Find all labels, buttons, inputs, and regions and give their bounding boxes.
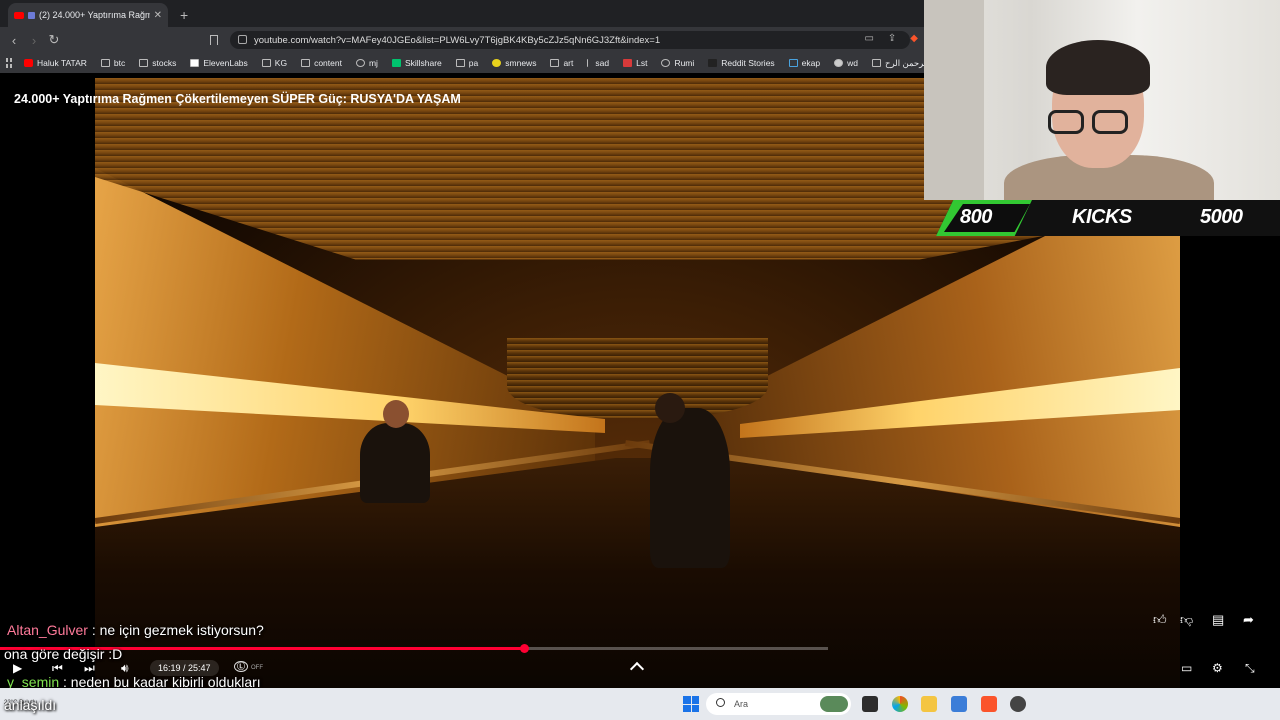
brave-shield-icon[interactable]: ◆: [910, 33, 918, 44]
bookmark-item[interactable]: wd: [834, 58, 858, 68]
person-center: [650, 408, 730, 568]
tab-youtube[interactable]: (2) 24.000+ Yaptırıma Rağme ✕: [8, 3, 168, 27]
score-label: KICKS: [1072, 206, 1132, 228]
windows-start-icon[interactable]: [683, 696, 699, 712]
ekap-icon: [788, 59, 798, 67]
bookmark-icon[interactable]: [210, 35, 218, 45]
search-icon: [716, 698, 725, 707]
apps-icon[interactable]: [6, 58, 12, 68]
exit-fullscreen-icon[interactable]: ⤡: [1245, 661, 1255, 676]
folder-icon: [550, 59, 560, 67]
person-left-head: [383, 400, 409, 428]
chat-message: Altan_Gulver : ne için gezmek istiyorsun…: [7, 622, 264, 638]
folder-icon: [261, 59, 271, 67]
elevenlabs-icon: [190, 59, 200, 67]
dislike-icon[interactable]: 👎︎: [1180, 612, 1193, 628]
score-left: 800: [960, 206, 992, 228]
bookmark-item[interactable]: Rumi: [661, 58, 694, 68]
brave-browser-icon[interactable]: [981, 696, 997, 712]
bookmark-item[interactable]: art: [550, 58, 573, 68]
bookmark-item[interactable]: ElevenLabs: [190, 58, 248, 68]
bookmark-item[interactable]: Reddit Stories: [708, 58, 775, 68]
copilot-icon[interactable]: [892, 696, 908, 712]
folder-icon: [139, 59, 149, 67]
autoplay-toggle[interactable]: Ⓛ OFF: [234, 661, 263, 672]
cast-icon[interactable]: ▭: [864, 33, 873, 44]
skillshare-icon: [391, 59, 401, 67]
wd-icon: [834, 59, 844, 67]
terminal-icon[interactable]: [862, 696, 878, 712]
score-right: 5000: [1200, 206, 1243, 228]
back-icon[interactable]: ‹: [4, 33, 24, 48]
recording-app-icon[interactable]: [1010, 696, 1026, 712]
media-icon: [28, 11, 35, 19]
bookmarks-bar: Haluk TATAR btc stocks ElevenLabs KG con…: [0, 53, 924, 73]
widget-icon[interactable]: [820, 696, 848, 712]
close-icon[interactable]: ✕: [154, 10, 162, 21]
bookmark-item[interactable]: pa: [455, 58, 478, 68]
forward-icon[interactable]: ›: [24, 33, 44, 48]
glasses-lens: [1048, 110, 1084, 134]
folder-icon: [455, 59, 465, 67]
book-icon: [871, 59, 881, 67]
bookmark-item[interactable]: Skillshare: [391, 58, 442, 68]
bookmark-item[interactable]: بسم الله الرحمن الرح...: [871, 58, 924, 69]
bookmark-item[interactable]: KG: [261, 58, 287, 68]
github-icon: [355, 59, 365, 67]
address-bar-row: ‹ › ↻ youtube.com/watch?v=MAFey40JGEo&li…: [0, 27, 924, 53]
share-icon[interactable]: ➦: [1243, 612, 1254, 628]
chat-message: anlaşıldı: [4, 697, 57, 713]
snipping-tool-icon[interactable]: [951, 696, 967, 712]
person-left: [360, 423, 430, 503]
person-center-head: [655, 393, 685, 423]
play-icon[interactable]: ▶: [13, 661, 22, 675]
settings-icon[interactable]: ⚙: [1212, 661, 1223, 675]
bookmark-item[interactable]: smnews: [492, 58, 536, 68]
youtube-icon: [14, 11, 24, 19]
wall-panel: [924, 0, 984, 200]
folder-icon: [301, 59, 311, 67]
progress-bar[interactable]: [0, 644, 828, 653]
new-tab-button[interactable]: +: [180, 7, 188, 23]
subtitles-icon[interactable]: ▭: [1181, 661, 1192, 675]
site-settings-icon[interactable]: [238, 35, 247, 44]
chat-message: ona göre değişir :D: [4, 646, 123, 662]
comments-icon[interactable]: ▤: [1212, 612, 1224, 628]
url-text: youtube.com/watch?v=MAFey40JGEo&list=PLW…: [254, 34, 661, 46]
like-icon[interactable]: 👍︎: [1153, 612, 1167, 628]
d-icon: [708, 59, 718, 67]
file-explorer-icon[interactable]: [921, 696, 937, 712]
bookmark-item[interactable]: sad: [587, 58, 609, 68]
bookmark-item[interactable]: stocks: [139, 58, 176, 68]
folder-icon: [100, 59, 110, 67]
bookmark-item[interactable]: ekap: [788, 58, 820, 68]
reload-icon[interactable]: ↻: [44, 32, 64, 48]
taskbar: 22°C Bulutlu Ara: [0, 688, 1280, 720]
bookmark-item[interactable]: Lst: [623, 58, 647, 68]
video-title[interactable]: 24.000+ Yaptırıma Rağmen Çökertilemeyen …: [14, 92, 461, 106]
sad-icon: [587, 59, 591, 67]
s-icon: [623, 59, 633, 67]
bookmark-item[interactable]: content: [301, 58, 342, 68]
share-icon[interactable]: ⇪: [888, 33, 896, 44]
tunnel-ceiling-inner: [507, 338, 768, 418]
youtube-icon: [24, 59, 33, 67]
url-field[interactable]: youtube.com/watch?v=MAFey40JGEo&list=PLW…: [230, 31, 910, 49]
streamer-hair: [1046, 40, 1150, 95]
bookmark-item[interactable]: Haluk TATAR: [24, 58, 87, 68]
cc-icon: Ⓛ: [234, 661, 248, 672]
globe-icon: [661, 59, 671, 67]
tab-bar: (2) 24.000+ Yaptırıma Rağme ✕ +: [0, 0, 924, 27]
bookmark-item[interactable]: btc: [100, 58, 125, 68]
glasses-lens: [1092, 110, 1128, 134]
smnews-icon: [492, 59, 502, 67]
tab-title: (2) 24.000+ Yaptırıma Rağme: [39, 10, 150, 20]
webcam-feed: [924, 0, 1280, 200]
url-actions: ▭ ⇪ ◆: [864, 33, 918, 44]
bookmark-item[interactable]: mj: [355, 58, 378, 68]
